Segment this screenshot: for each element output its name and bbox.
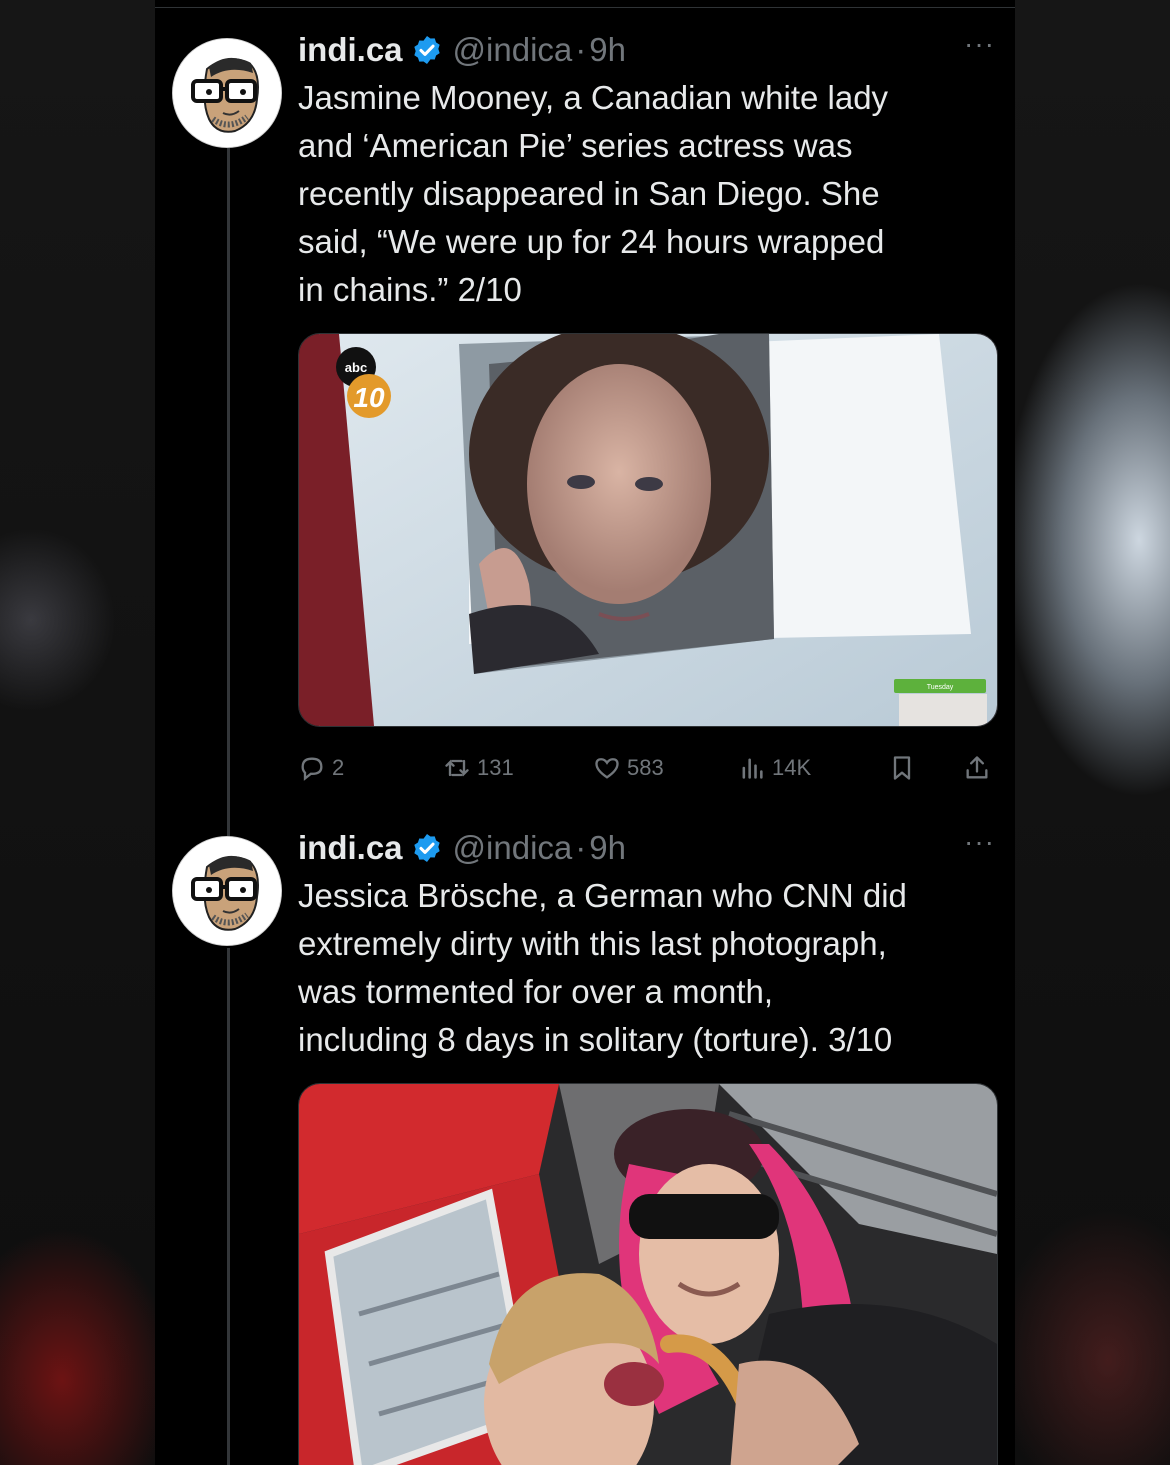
tweet-text-line: extremely dirty with this last photograp… xyxy=(298,925,887,962)
like-button[interactable]: 583 xyxy=(593,748,664,788)
avatar[interactable] xyxy=(172,38,282,148)
selfie-photo xyxy=(299,1084,997,1465)
corner-badge-text: Tuesday xyxy=(927,684,954,691)
share-button[interactable] xyxy=(963,748,997,788)
tweet-text-line: recently disappeared in San Diego. She xyxy=(298,175,880,212)
handle[interactable]: @indica xyxy=(453,828,573,868)
timeline[interactable]: indi.ca @indica · 9h ··· Jasmine Mooney,… xyxy=(155,0,1015,1465)
avatar-cartoon-icon xyxy=(173,39,281,147)
repost-button[interactable]: 131 xyxy=(443,748,514,788)
tweet-media-image[interactable] xyxy=(298,1083,998,1465)
verified-badge-icon xyxy=(413,36,440,64)
video-call-photo: abc 10 Tuesday xyxy=(299,334,997,726)
handle[interactable]: @indica xyxy=(453,30,573,70)
bookmark-icon xyxy=(893,756,911,780)
tweet-text-line: Jessica Brösche, a German who CNN did xyxy=(298,877,907,914)
avatar-cartoon-icon xyxy=(173,837,281,945)
views-icon xyxy=(742,758,763,779)
avatar[interactable] xyxy=(172,836,282,946)
display-name[interactable]: indi.ca xyxy=(298,30,403,70)
tweet-text-line: including 8 days in solitary (torture). … xyxy=(298,1021,893,1058)
repost-count: 131 xyxy=(477,755,514,780)
tweet[interactable]: indi.ca @indica · 9h ··· Jasmine Mooney,… xyxy=(155,28,1015,810)
background-blur-left xyxy=(0,0,155,1465)
views-button[interactable]: 14K xyxy=(738,748,811,788)
tweet-text-line: and ‘American Pie’ series actress was xyxy=(298,127,853,164)
reply-icon xyxy=(301,757,323,781)
tweet[interactable]: indi.ca @indica · 9h ··· Jessica Brösche… xyxy=(155,826,1015,1465)
tweet-text: Jasmine Mooney, a Canadian white lady an… xyxy=(298,74,998,314)
verified-badge-icon xyxy=(413,834,440,862)
abc-logo-text: abc xyxy=(345,360,367,375)
more-icon[interactable]: ··· xyxy=(964,826,995,858)
background-blur-right xyxy=(1015,0,1170,1465)
views-count: 14K xyxy=(772,755,812,780)
display-name[interactable]: indi.ca xyxy=(298,828,403,868)
bookmark-button[interactable] xyxy=(888,748,922,788)
like-count: 583 xyxy=(627,755,664,780)
tweet-text-line: said, “We were up for 24 hours wrapped xyxy=(298,223,885,260)
action-bar: 2 131 583 14K xyxy=(298,748,998,788)
timestamp[interactable]: 9h xyxy=(589,30,626,70)
repost-icon xyxy=(445,759,469,777)
like-icon xyxy=(595,758,619,779)
reply-button[interactable]: 2 xyxy=(298,748,344,788)
share-icon xyxy=(966,756,988,779)
tweet-media-image[interactable]: abc 10 Tuesday xyxy=(298,333,998,727)
tweet-text-line: Jasmine Mooney, a Canadian white lady xyxy=(298,79,889,116)
divider xyxy=(155,7,1015,8)
separator-dot: · xyxy=(575,829,587,866)
more-icon[interactable]: ··· xyxy=(964,28,995,60)
tweet-text-line: was tormented for over a month, xyxy=(298,973,774,1010)
channel-10-logo-text: 10 xyxy=(353,382,385,413)
timestamp[interactable]: 9h xyxy=(589,828,626,868)
separator-dot: · xyxy=(575,31,587,68)
tweet-text-line: in chains.” 2/10 xyxy=(298,271,522,308)
reply-count: 2 xyxy=(332,755,345,780)
tweet-text: Jessica Brösche, a German who CNN did ex… xyxy=(298,872,1008,1064)
